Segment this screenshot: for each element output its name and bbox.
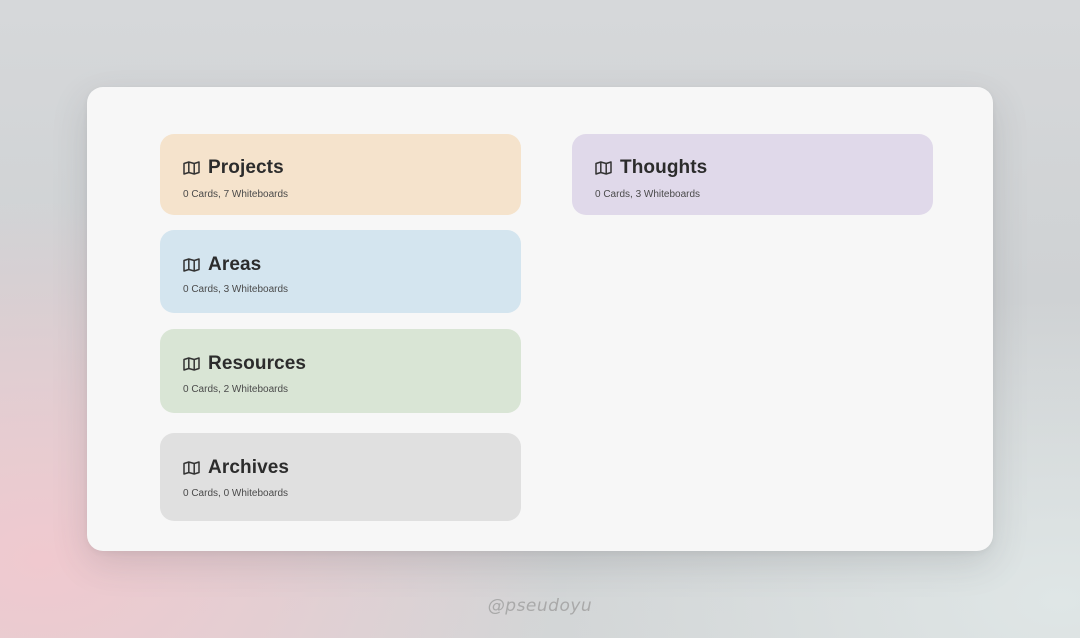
watermark: @pseudoyu — [487, 596, 593, 616]
card-subtitle: 0 Cards, 7 Whiteboards — [183, 189, 289, 200]
card-title-row: Resources — [183, 353, 306, 375]
card-subtitle: 0 Cards, 3 Whiteboards — [183, 284, 289, 295]
card-archives[interactable]: Archives 0 Cards, 0 Whiteboards — [160, 433, 521, 521]
map-icon — [183, 258, 200, 272]
card-title-row: Projects — [183, 157, 284, 179]
card-areas[interactable]: Areas 0 Cards, 3 Whiteboards — [160, 230, 521, 313]
card-thoughts[interactable]: Thoughts 0 Cards, 3 Whiteboards — [572, 134, 933, 215]
card-projects[interactable]: Projects 0 Cards, 7 Whiteboards — [160, 134, 521, 215]
map-icon — [183, 461, 200, 475]
card-title-row: Thoughts — [595, 157, 707, 179]
card-resources[interactable]: Resources 0 Cards, 2 Whiteboards — [160, 329, 521, 413]
map-icon — [183, 161, 200, 175]
card-title: Thoughts — [620, 157, 708, 178]
card-subtitle: 0 Cards, 2 Whiteboards — [183, 384, 289, 395]
card-title: Resources — [208, 353, 307, 374]
card-title-row: Archives — [183, 457, 289, 479]
card-title: Areas — [208, 254, 262, 275]
card-subtitle: 0 Cards, 3 Whiteboards — [595, 189, 701, 200]
map-icon — [595, 161, 612, 175]
map-icon — [183, 357, 200, 371]
card-title: Projects — [208, 157, 284, 178]
collections-panel: Projects 0 Cards, 7 Whiteboards Areas 0 … — [87, 87, 993, 551]
card-subtitle: 0 Cards, 0 Whiteboards — [183, 488, 289, 499]
card-title-row: Areas — [183, 254, 261, 276]
card-title: Archives — [208, 457, 290, 478]
